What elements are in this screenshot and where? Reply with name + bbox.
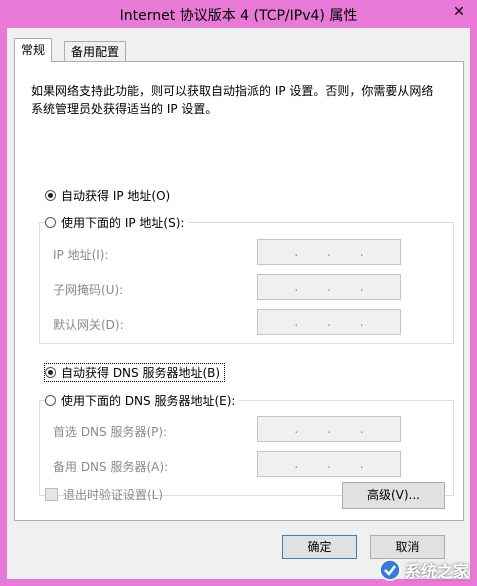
radio-manual-dns-label: 使用下面的 DNS 服务器地址(E): [61, 394, 236, 408]
watermark-text: 系统之家 [404, 562, 469, 581]
close-icon[interactable]: ✕ [447, 2, 471, 22]
radio-manual-ip-label: 使用下面的 IP 地址(S): [61, 216, 185, 230]
cancel-button[interactable]: 取消 [370, 535, 445, 559]
ok-button[interactable]: 确定 [282, 535, 357, 559]
preferred-dns-label: 首选 DNS 服务器(P): [53, 425, 168, 439]
subnet-mask-input[interactable]: ... [257, 274, 401, 300]
alternate-dns-input[interactable]: ... [257, 451, 401, 477]
preferred-dns-input[interactable]: ... [257, 416, 401, 442]
radio-dot [45, 395, 56, 406]
radio-manual-ip[interactable]: 使用下面的 IP 地址(S): [45, 214, 189, 231]
general-panel: 如果网络支持此功能，则可以获取自动指派的 IP 设置。否则，你需要从网络系统管理… [14, 61, 464, 521]
tab-alternate-config[interactable]: 备用配置 [64, 41, 127, 62]
radio-dot [45, 217, 56, 228]
window-title: Internet 协议版本 4 (TCP/IPv4) 属性 [119, 8, 358, 24]
radio-dot [45, 367, 56, 378]
radio-auto-ip[interactable]: 自动获得 IP 地址(O) [45, 187, 175, 204]
validate-checkbox[interactable]: 退出时验证设置(L) [45, 486, 163, 503]
gateway-label: 默认网关(D): [53, 318, 124, 332]
radio-auto-dns[interactable]: 自动获得 DNS 服务器地址(B) [43, 363, 226, 382]
radio-dot [45, 190, 56, 201]
radio-auto-dns-label: 自动获得 DNS 服务器地址(B) [61, 366, 221, 380]
radio-manual-dns[interactable]: 使用下面的 DNS 服务器地址(E): [45, 392, 240, 409]
advanced-button[interactable]: 高级(V)... [342, 482, 445, 509]
subnet-mask-label: 子网掩码(U): [53, 283, 124, 297]
radio-auto-ip-label: 自动获得 IP 地址(O) [61, 189, 171, 203]
title-bar[interactable]: Internet 协议版本 4 (TCP/IPv4) 属性 ✕ [0, 0, 477, 28]
ip-address-input[interactable]: ... [257, 239, 401, 265]
alternate-dns-label: 备用 DNS 服务器(A): [53, 460, 169, 474]
gateway-input[interactable]: ... [257, 309, 401, 335]
watermark-icon [379, 559, 401, 581]
tab-general[interactable]: 常规 [14, 38, 53, 62]
checkbox-box [45, 488, 58, 501]
dialog-client: 常规 备用配置 如果网络支持此功能，则可以获取自动指派的 IP 设置。否则，你需… [7, 28, 470, 579]
validate-checkbox-label: 退出时验证设置(L) [63, 488, 164, 502]
description-text: 如果网络支持此功能，则可以获取自动指派的 IP 设置。否则，你需要从网络系统管理… [31, 84, 434, 116]
ip-address-label: IP 地址(I): [53, 248, 109, 262]
dialog-window: Internet 协议版本 4 (TCP/IPv4) 属性 ✕ 常规 备用配置 … [0, 0, 477, 586]
watermark-logo: 系统之家 [379, 558, 469, 582]
